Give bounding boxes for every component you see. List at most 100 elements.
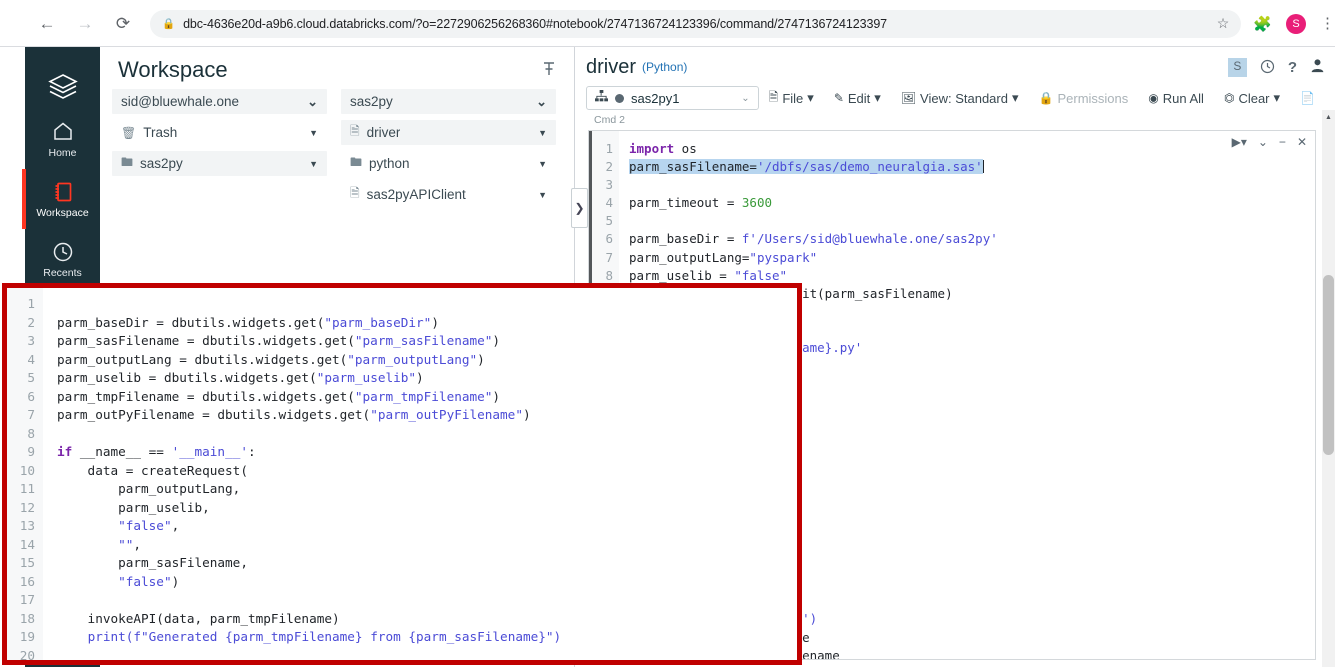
code-line[interactable]: parm_uselib = dbutils.widgets.get("parm_… (57, 369, 797, 388)
list-item-sas2pyapiclient[interactable]: 🗎 sas2pyAPIClient ▼ (341, 182, 556, 207)
caret-down-icon[interactable]: ▼ (538, 128, 547, 138)
code-token: parm_timeout = (629, 195, 742, 210)
code-line[interactable] (57, 591, 797, 610)
list-item-python[interactable]: 🖿 python ▼ (341, 151, 556, 176)
sidebar-item-workspace[interactable]: Workspace (25, 169, 100, 229)
toolbar-clear-menu[interactable]: ⏣ Clear ▾ (1214, 86, 1290, 110)
code-token: : (248, 444, 256, 459)
kebab-menu-icon[interactable]: ⋮ (1320, 19, 1335, 28)
toolbar-permissions[interactable]: 🔒 Permissions (1029, 86, 1139, 110)
puzzle-extensions-icon[interactable]: 🧩 (1253, 15, 1272, 33)
code-line[interactable]: parm_baseDir = dbutils.widgets.get("parm… (57, 314, 797, 333)
code-line[interactable]: parm_outputLang = dbutils.widgets.get("p… (57, 351, 797, 370)
list-item-label: sas2py (350, 94, 393, 109)
code-line[interactable]: parm_sasFilename = dbutils.widgets.get("… (57, 332, 797, 351)
caret-down-icon[interactable]: ▼ (538, 190, 547, 200)
highlighted-code-overlay[interactable]: 1234567891011121314151617181920 parm_bas… (2, 283, 802, 665)
edit-pencil-icon: ✎ (834, 91, 844, 105)
caret-down-icon[interactable]: ▼ (309, 159, 318, 169)
toolbar-view-menu[interactable]: 🖼 View: Standard ▾ (891, 86, 1029, 110)
workspace-column-1: sid@bluewhale.one ⌄ 🗑 Trash ▼ 🖿 sas2py ▼ (112, 89, 327, 213)
line-number: 20 (7, 647, 35, 666)
toolbar-file-menu[interactable]: 🗎 File ▾ (759, 86, 824, 110)
code-line[interactable]: parm_sasFilename='/dbfs/sas/demo_neuralg… (629, 158, 1315, 176)
code-line[interactable]: parm_sasFilename, (57, 554, 797, 573)
code-line[interactable] (629, 176, 1315, 194)
chevron-down-icon[interactable]: ⌄ (536, 94, 547, 110)
code-line[interactable]: parm_uselib, (57, 499, 797, 518)
bookmark-star-icon[interactable]: ☆ (1217, 15, 1230, 32)
list-item-trash[interactable]: 🗑 Trash ▼ (112, 120, 327, 145)
help-question-icon[interactable]: ? (1288, 59, 1297, 76)
code-line[interactable]: "false") (57, 573, 797, 592)
cluster-selector[interactable]: sas2py1 ⌄ (586, 86, 759, 110)
notebook-title[interactable]: driver (586, 56, 636, 79)
code-line[interactable]: parm_outputLang="pyspark" (629, 249, 1315, 267)
code-line[interactable] (57, 295, 797, 314)
close-cell-icon[interactable]: ✕ (1297, 135, 1307, 149)
list-item-user[interactable]: sid@bluewhale.one ⌄ (112, 89, 327, 114)
code-line[interactable] (57, 425, 797, 444)
list-item-sas2py-folder[interactable]: sas2py ⌄ (341, 89, 556, 114)
code-line[interactable]: parm_outputLang, (57, 480, 797, 499)
vertical-scrollbar[interactable] (1322, 125, 1335, 667)
reload-icon[interactable]: ⟳ (112, 13, 134, 35)
line-number: 2 (589, 158, 613, 176)
code-line[interactable]: "false", (57, 517, 797, 536)
lock-icon: 🔒 (1039, 91, 1054, 105)
pin-icon[interactable] (542, 61, 556, 80)
code-line[interactable] (57, 647, 797, 666)
scrollbar-thumb[interactable] (1323, 275, 1334, 455)
sidebar-item-home[interactable]: Home (25, 109, 100, 169)
caret-down-icon[interactable]: ▼ (309, 128, 318, 138)
address-bar[interactable]: 🔒 dbc-4636e20d-a9b6.cloud.databricks.com… (150, 10, 1241, 38)
back-arrow-icon[interactable]: ← (36, 13, 58, 35)
address-bar-right: ☆ (1217, 15, 1230, 32)
code-line[interactable] (629, 212, 1315, 230)
run-cell-button[interactable]: ▶▾ (1232, 135, 1247, 149)
browser-nav-buttons: ← → ⟳ (0, 13, 134, 35)
sidebar-item-label-recents: Recents (43, 267, 82, 279)
cell-menu-chevron-icon[interactable]: ⌄ (1258, 135, 1268, 149)
list-item-label: Trash (143, 125, 177, 140)
panel-splitter-expand-button[interactable]: ❯ (571, 188, 588, 228)
account-person-icon[interactable] (1310, 58, 1325, 77)
line-number: 8 (7, 425, 35, 444)
toolbar-run-all[interactable]: ◉ Run All (1138, 86, 1214, 110)
code-line[interactable]: print(f"Generated {parm_tmpFilename} fro… (57, 628, 797, 647)
minimize-cell-icon[interactable]: − (1279, 135, 1286, 149)
overlay-code-lines[interactable]: parm_baseDir = dbutils.widgets.get("parm… (43, 288, 797, 660)
code-line[interactable]: parm_tmpFilename = dbutils.widgets.get("… (57, 388, 797, 407)
list-item-sas2py[interactable]: 🖿 sas2py ▼ (112, 151, 327, 176)
line-number: 9 (7, 443, 35, 462)
view-icon: 🖼 (901, 91, 916, 105)
list-item-driver[interactable]: 🗎 driver ▼ (341, 120, 556, 145)
user-badge-s[interactable]: S (1228, 58, 1247, 77)
chevron-down-icon[interactable]: ⌄ (741, 93, 749, 104)
caret-down-icon[interactable]: ▼ (538, 159, 547, 169)
code-line[interactable]: parm_baseDir = f'/Users/sid@bluewhale.on… (629, 230, 1315, 248)
code-token: if (57, 444, 72, 459)
toolbar-edit-menu[interactable]: ✎ Edit ▾ (824, 86, 891, 110)
code-token: "parm_sasFilename" (355, 333, 493, 348)
code-line[interactable]: if __name__ == '__main__': (57, 443, 797, 462)
forward-arrow-icon[interactable]: → (74, 13, 96, 35)
profile-avatar[interactable]: S (1286, 14, 1306, 34)
scroll-up-arrow[interactable]: ▲ (1322, 110, 1335, 125)
code-line[interactable]: parm_timeout = 3600 (629, 194, 1315, 212)
code-line[interactable]: import os (629, 140, 1315, 158)
code-line[interactable]: invokeAPI(data, parm_tmpFilename) (57, 610, 797, 629)
code-token: "parm_uselib" (317, 370, 416, 385)
chevron-down-icon[interactable]: ⌄ (307, 94, 318, 110)
code-token: import (629, 141, 674, 156)
databricks-logo[interactable] (25, 64, 100, 109)
code-line[interactable]: data = createRequest( (57, 462, 797, 481)
toolbar-comments-panel[interactable]: 📄 (1290, 86, 1325, 110)
code-line[interactable]: "", (57, 536, 797, 555)
code-line[interactable]: parm_outPyFilename = dbutils.widgets.get… (57, 406, 797, 425)
history-clock-icon[interactable] (1260, 59, 1275, 77)
sidebar-item-recents[interactable]: Recents (25, 229, 100, 289)
code-token: os (674, 141, 697, 156)
code-token: parm_sasFilename= (629, 159, 757, 174)
line-number: 6 (7, 388, 35, 407)
